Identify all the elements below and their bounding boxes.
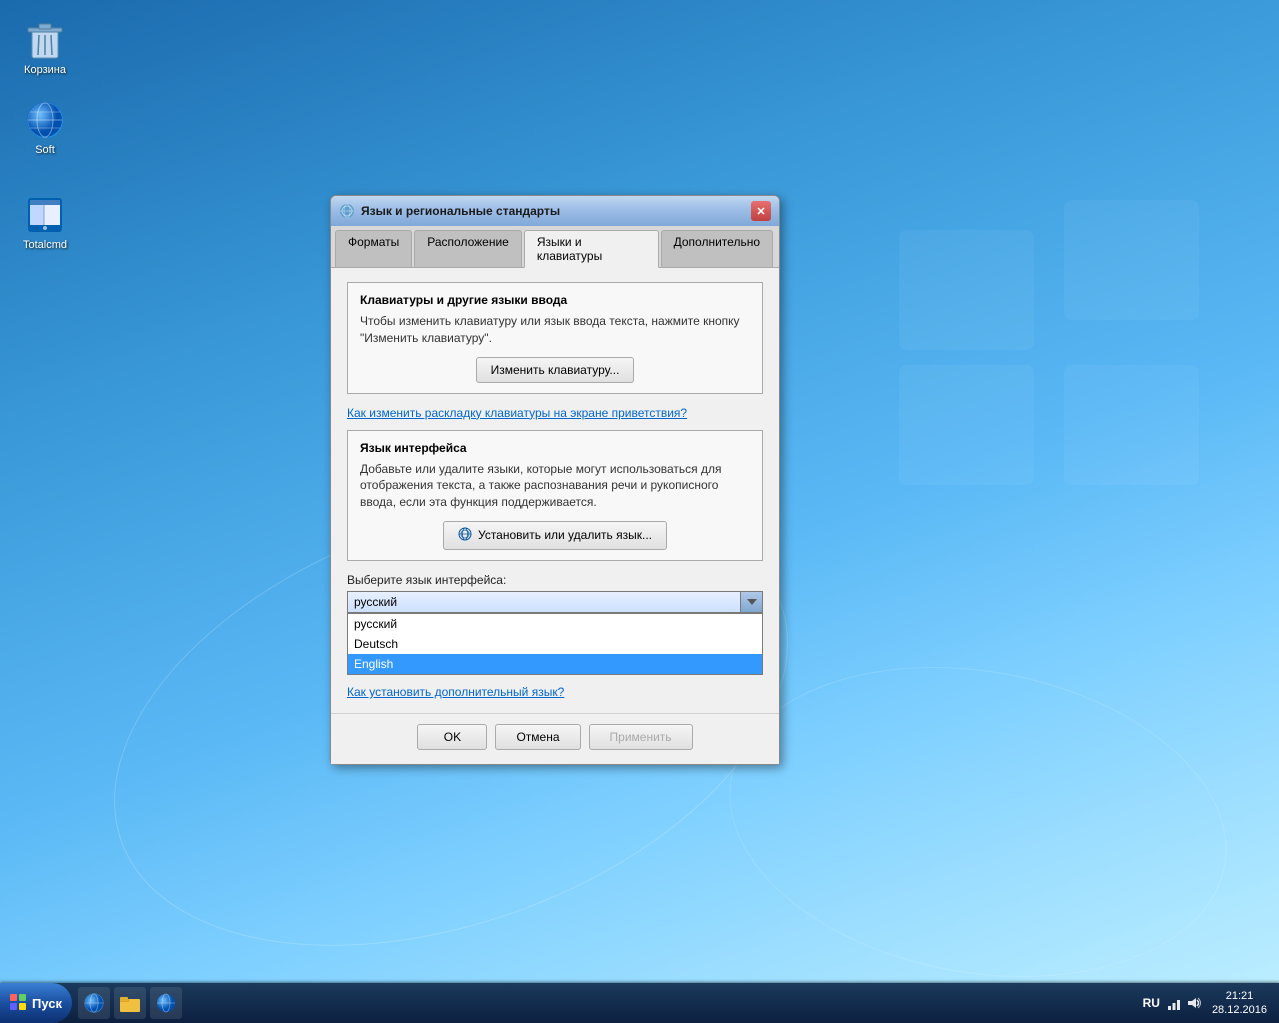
select-language-label: Выберите язык интерфейса: bbox=[347, 573, 763, 587]
start-windows-icon bbox=[10, 994, 28, 1012]
change-keyboard-button[interactable]: Изменить клавиатуру... bbox=[476, 357, 635, 383]
interface-language-section: Язык интерфейса Добавьте или удалите язы… bbox=[347, 430, 763, 561]
install-language-link[interactable]: Как установить дополнительный язык? bbox=[347, 685, 564, 699]
dropdown-item-english[interactable]: English bbox=[348, 654, 762, 674]
apply-button[interactable]: Применить bbox=[589, 724, 693, 750]
tab-languages[interactable]: Языки и клавиатуры bbox=[524, 230, 659, 268]
dialog-tabs: Форматы Расположение Языки и клавиатуры … bbox=[331, 226, 779, 268]
systray-clock[interactable]: 21:21 28.12.2016 bbox=[1208, 989, 1271, 1018]
dialog-title-text: Язык и региональные стандарты bbox=[361, 204, 751, 218]
taskbar-systray: RU bbox=[1135, 983, 1279, 1023]
install-language-button-label: Установить или удалить язык... bbox=[478, 528, 652, 542]
soft-label: Soft bbox=[35, 144, 55, 157]
dropdown-arrow-icon bbox=[740, 592, 762, 612]
interface-section-description: Добавьте или удалите языки, которые могу… bbox=[360, 461, 750, 511]
systray-network-icon bbox=[1166, 995, 1182, 1011]
tab-location[interactable]: Расположение bbox=[414, 230, 522, 267]
keyboard-section-description: Чтобы изменить клавиатуру или язык ввода… bbox=[360, 313, 750, 347]
dropdown-list: русский Deutsch English bbox=[347, 613, 763, 675]
interface-section-title: Язык интерфейса bbox=[360, 441, 750, 455]
taskbar-network-icon bbox=[156, 993, 176, 1013]
taskbar-app-network[interactable] bbox=[150, 987, 182, 1019]
install-language-icon bbox=[458, 527, 472, 544]
systray-language-indicator[interactable]: RU bbox=[1143, 996, 1160, 1010]
soft-ie-icon bbox=[27, 102, 63, 138]
taskbar-app-ie[interactable] bbox=[78, 987, 110, 1019]
taskbar-ie-icon bbox=[84, 993, 104, 1013]
desktop: Корзина bbox=[0, 0, 1279, 1023]
ok-button[interactable]: OK bbox=[417, 724, 487, 750]
start-button[interactable]: Пуск bbox=[0, 983, 72, 1023]
systray-icons bbox=[1166, 995, 1202, 1011]
dropdown-selected[interactable]: русский bbox=[347, 591, 763, 613]
start-label: Пуск bbox=[32, 996, 62, 1011]
systray-time: 21:21 bbox=[1226, 989, 1254, 1003]
recycle-bin-label: Корзина bbox=[24, 64, 66, 77]
systray-date: 28.12.2016 bbox=[1212, 1003, 1267, 1017]
dialog-footer: OK Отмена Применить bbox=[331, 713, 779, 764]
dialog-titlebar: Язык и региональные стандарты ✕ bbox=[331, 196, 779, 226]
dialog-close-button[interactable]: ✕ bbox=[751, 201, 771, 221]
soft-icon bbox=[25, 100, 65, 140]
taskbar: Пуск bbox=[0, 983, 1279, 1023]
dialog-title-icon bbox=[339, 203, 355, 219]
desktop-icon-soft[interactable]: Soft bbox=[10, 100, 80, 157]
keyboard-section: Клавиатуры и другие языки ввода Чтобы из… bbox=[347, 282, 763, 394]
totalcmd-label: Totalcmd bbox=[23, 239, 67, 252]
tab-advanced[interactable]: Дополнительно bbox=[661, 230, 773, 267]
install-language-button[interactable]: Установить или удалить язык... bbox=[443, 521, 667, 550]
desktop-icon-recycle-bin[interactable]: Корзина bbox=[10, 20, 80, 77]
keyboard-layout-link[interactable]: Как изменить раскладку клавиатуры на экр… bbox=[347, 406, 687, 420]
dialog-content: Клавиатуры и другие языки ввода Чтобы из… bbox=[331, 268, 779, 713]
taskbar-apps bbox=[72, 983, 1135, 1023]
windows-logo-bg bbox=[899, 200, 1199, 500]
language-settings-dialog: Язык и региональные стандарты ✕ Форматы … bbox=[330, 195, 780, 765]
language-dropdown[interactable]: русский русский Deutsch English bbox=[347, 591, 763, 675]
dropdown-item-russian[interactable]: русский bbox=[348, 614, 762, 634]
dropdown-item-deutsch[interactable]: Deutsch bbox=[348, 634, 762, 654]
keyboard-section-title: Клавиатуры и другие языки ввода bbox=[360, 293, 750, 307]
taskbar-app-filemanager[interactable] bbox=[114, 987, 146, 1019]
tab-formats[interactable]: Форматы bbox=[335, 230, 412, 267]
taskbar-filemanager-icon bbox=[120, 993, 140, 1013]
systray-volume-icon bbox=[1186, 995, 1202, 1011]
cancel-button[interactable]: Отмена bbox=[495, 724, 580, 750]
recycle-bin-icon bbox=[25, 20, 65, 60]
desktop-icon-totalcmd[interactable]: Totalcmd bbox=[10, 195, 80, 252]
totalcmd-icon bbox=[25, 195, 65, 235]
